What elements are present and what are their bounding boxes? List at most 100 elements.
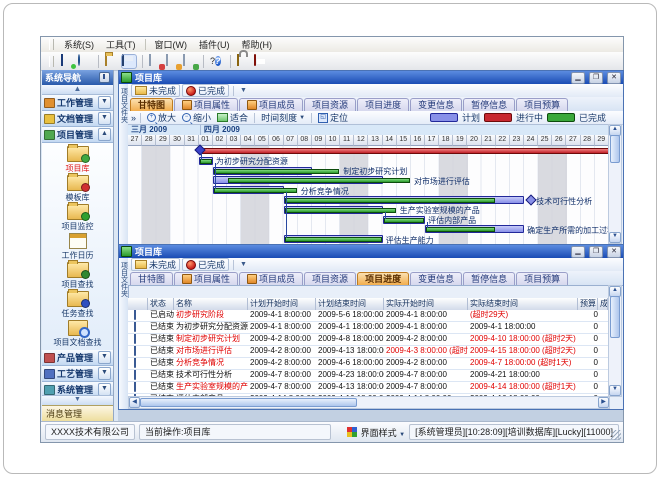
menu-item-4[interactable]: 插件(U) (193, 37, 236, 52)
toolbar-overflow-button[interactable]: ▼ (238, 87, 249, 94)
task-actual-bar[interactable] (285, 198, 495, 203)
gantt-tab-甘特图[interactable]: 甘特图 (130, 98, 173, 111)
scroll-thumb[interactable] (610, 296, 620, 338)
column-header-预算[interactable]: 预算 (578, 298, 598, 310)
task-actual-bar[interactable] (228, 178, 410, 183)
scroll-right-button[interactable]: ▶ (598, 397, 609, 408)
chevron-down-icon[interactable]: ▼ (98, 367, 111, 380)
finished-button[interactable]: 已完成 (182, 258, 229, 271)
gantt-tab-项目进度[interactable]: 项目进度 (357, 98, 409, 111)
chevron-down-icon[interactable]: ▼ (98, 112, 111, 125)
sidebar-item-任务查找[interactable]: 任务查找 (42, 290, 113, 319)
task-actual-bar[interactable] (285, 237, 382, 242)
scroll-left-button[interactable]: ◀ (129, 397, 140, 408)
column-header-成[interactable]: 成 (598, 298, 608, 310)
gantt-tab-项目预算[interactable]: 项目预算 (516, 98, 568, 111)
pin-icon[interactable] (99, 72, 110, 83)
task-actual-bar[interactable] (384, 218, 424, 223)
scroll-thumb[interactable] (140, 398, 357, 407)
sidebar-item-工作日历[interactable]: 工作日历 (42, 232, 113, 261)
table-tab-项目预算[interactable]: 项目预算 (516, 272, 568, 285)
gantt-overflow-chevron[interactable]: » (131, 113, 136, 123)
unfinished-button[interactable]: 未完成 (131, 84, 180, 97)
sidebar-item-项目监控[interactable]: 项目监控 (42, 203, 113, 232)
menu-item-3[interactable]: 窗口(W) (149, 37, 194, 52)
zoom-in-button[interactable]: +放大 (145, 111, 178, 124)
save-icon[interactable] (122, 55, 136, 68)
table-tab-变更信息[interactable]: 变更信息 (410, 272, 462, 285)
finished-button[interactable]: 已完成 (182, 84, 229, 97)
table-row[interactable]: 已结束制定初步研究计划2009-4-2 8:00:002009-4-8 18:0… (128, 334, 608, 346)
column-header-名称[interactable]: 名称 (174, 298, 248, 310)
exit-icon[interactable] (254, 55, 268, 68)
report-red-icon[interactable] (149, 55, 163, 68)
table-row[interactable]: 已启动初步研究阶段2009-4-1 8:00:002009-5-6 18:00:… (128, 310, 608, 322)
column-header-计划结束时间[interactable]: 计划结束时间 (316, 298, 384, 310)
column-header-计划开始时间[interactable]: 计划开始时间 (248, 298, 316, 310)
zoom-out-button[interactable]: −缩小 (180, 111, 213, 124)
column-header-实际开始时间[interactable]: 实际开始时间 (384, 298, 468, 310)
gantt-window-titlebar[interactable]: 项目库 ▁ ❐ ✕ (119, 71, 623, 84)
column-header-icon[interactable] (128, 298, 148, 310)
resize-grip[interactable] (611, 430, 621, 440)
sidebar-group-2[interactable]: 文档管理▼ (42, 111, 113, 127)
table-row[interactable]: 已结束对市场进行评估2009-4-2 8:00:002009-4-13 18:0… (128, 346, 608, 358)
scroll-thumb[interactable] (610, 135, 620, 163)
open-folder-icon[interactable] (105, 55, 119, 68)
interface-style-button[interactable]: 界面样式 ▼ (361, 426, 405, 439)
report-green-icon[interactable] (183, 55, 197, 68)
summary-bar-in-progress[interactable] (199, 148, 609, 154)
menu-item-1[interactable]: 系统(S) (58, 37, 100, 52)
sidebar-item-项目查找[interactable]: 项目查找 (42, 261, 113, 290)
gantt-tab-项目成员[interactable]: 项目成员 (239, 98, 303, 111)
task-actual-bar[interactable] (214, 169, 339, 174)
report-orange-icon[interactable] (166, 55, 180, 68)
table-row[interactable]: 已结束技术可行性分析2009-4-7 8:00:002009-4-23 18:0… (128, 370, 608, 382)
gantt-tab-项目属性[interactable]: 项目属性 (174, 98, 238, 111)
sidebar-item-模板库[interactable]: 模板库 (42, 174, 113, 203)
gantt-tab-暂停信息[interactable]: 暂停信息 (463, 98, 515, 111)
unfinished-button[interactable]: 未完成 (131, 258, 180, 271)
minimize-button[interactable]: ▁ (571, 72, 585, 84)
locate-button[interactable]: ◱定位 (316, 111, 350, 124)
close-button[interactable]: ✕ (607, 72, 621, 84)
column-header-状态[interactable]: 状态 (148, 298, 174, 310)
gantt-vertical-scrollbar[interactable]: ▲ ▼ (608, 124, 622, 244)
chevron-down-icon[interactable]: ▼ (98, 351, 111, 364)
table-tab-项目资源[interactable]: 项目资源 (304, 272, 356, 285)
gantt-tab-项目资源[interactable]: 项目资源 (304, 98, 356, 111)
table-row[interactable]: 已结束生产实验室规模的产品2009-4-7 8:00:002009-4-13 1… (128, 382, 608, 394)
tab-message-management[interactable]: 消息管理 (42, 405, 113, 421)
table-tab-项目属性[interactable]: 项目属性 (174, 272, 238, 285)
gantt-tab-变更信息[interactable]: 变更信息 (410, 98, 462, 111)
restore-button[interactable]: ❐ (589, 72, 603, 84)
table-tab-项目成员[interactable]: 项目成员 (239, 272, 303, 285)
toolbar-overflow-button[interactable]: ▼ (238, 261, 249, 268)
scroll-down-button[interactable]: ▼ (609, 232, 621, 243)
sidebar-item-项目文档查找[interactable]: 项目文档查找 (42, 319, 113, 348)
sidebar-group-1[interactable]: 工作管理▼ (42, 95, 113, 111)
task-actual-bar[interactable] (214, 188, 297, 193)
sidebar-group-3[interactable]: 项目管理▲ (42, 127, 113, 143)
menu-item-2[interactable]: 工具(T) (100, 37, 142, 52)
restore-button[interactable]: ❐ (589, 246, 603, 258)
sidebar-group-5[interactable]: 工艺管理▼ (42, 366, 113, 382)
time-scale-button[interactable]: 时间刻度▼ (259, 111, 307, 124)
sidebar-group-4[interactable]: 产品管理▼ (42, 350, 113, 366)
sidebar-scroll-down-button[interactable]: ▼ (42, 395, 113, 405)
close-button[interactable]: ✕ (607, 246, 621, 258)
table-row[interactable]: 已结束为初步研究分配资源2009-4-1 8:00:002009-4-1 18:… (128, 322, 608, 334)
table-tab-暂停信息[interactable]: 暂停信息 (463, 272, 515, 285)
task-actual-bar[interactable] (285, 208, 396, 213)
table-tab-项目进度[interactable]: 项目进度 (357, 272, 409, 285)
sidebar-header[interactable]: 系统导航 (42, 70, 113, 85)
table-window-titlebar[interactable]: 项目库 ▁ ❐ ✕ (119, 245, 623, 258)
table-tab-甘特图[interactable]: 甘特图 (130, 272, 173, 285)
table-row[interactable]: 已结束分析竞争情况2009-4-2 8:00:002009-4-6 18:00:… (128, 358, 608, 370)
chevron-up-icon[interactable]: ▲ (98, 128, 111, 141)
sidebar-scroll-up-button[interactable]: ▲ (42, 85, 113, 95)
lock-icon[interactable] (237, 55, 251, 68)
table-horizontal-scrollbar[interactable]: ◀ ▶ (128, 396, 610, 409)
sidebar-item-项目库[interactable]: 项目库 (42, 145, 113, 174)
fit-button[interactable]: 适合 (215, 111, 250, 124)
